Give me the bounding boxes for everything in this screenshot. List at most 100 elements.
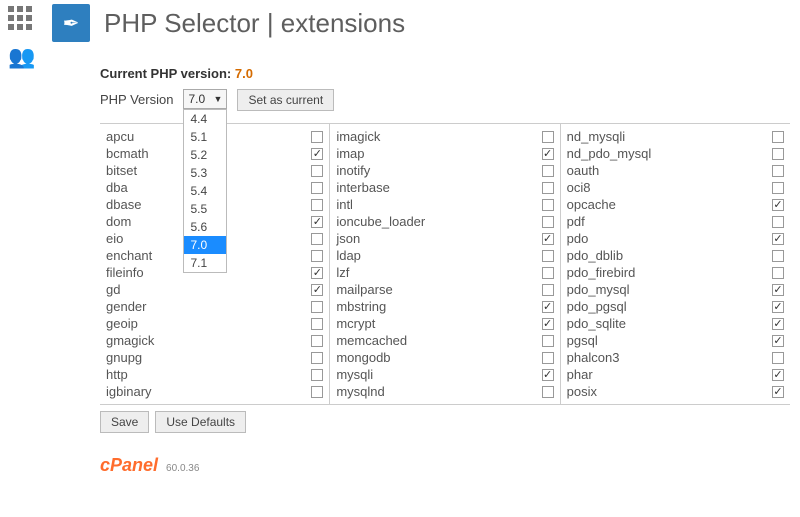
brand-footer: cPanel 60.0.36	[100, 455, 790, 476]
extension-checkbox[interactable]	[311, 233, 323, 245]
extension-row: lzf	[336, 264, 553, 281]
extension-checkbox[interactable]	[772, 233, 784, 245]
extension-row: mbstring	[336, 298, 553, 315]
extension-row: gender	[106, 298, 323, 315]
extension-checkbox[interactable]	[311, 386, 323, 398]
extension-checkbox[interactable]	[311, 318, 323, 330]
extension-checkbox[interactable]	[772, 216, 784, 228]
extension-checkbox[interactable]	[772, 199, 784, 211]
version-option[interactable]: 5.2	[184, 146, 226, 164]
extension-checkbox[interactable]	[772, 301, 784, 313]
extension-checkbox[interactable]	[542, 284, 554, 296]
extension-checkbox[interactable]	[542, 250, 554, 262]
extension-checkbox[interactable]	[311, 182, 323, 194]
extension-name: eio	[106, 231, 123, 246]
extension-row: igbinary	[106, 383, 323, 400]
extension-name: lzf	[336, 265, 349, 280]
extension-checkbox[interactable]	[772, 267, 784, 279]
extension-checkbox[interactable]	[542, 352, 554, 364]
extension-checkbox[interactable]	[542, 318, 554, 330]
extension-checkbox[interactable]	[542, 182, 554, 194]
extension-checkbox[interactable]	[542, 148, 554, 160]
extension-checkbox[interactable]	[542, 301, 554, 313]
extension-name: pdo	[567, 231, 589, 246]
extension-name: nd_mysqli	[567, 129, 626, 144]
apps-icon[interactable]	[8, 6, 35, 30]
extension-checkbox[interactable]	[542, 131, 554, 143]
extension-checkbox[interactable]	[542, 165, 554, 177]
extension-row: intl	[336, 196, 553, 213]
extension-row: http	[106, 366, 323, 383]
users-icon[interactable]: 👥	[8, 44, 35, 70]
version-option[interactable]: 5.6	[184, 218, 226, 236]
extension-checkbox[interactable]	[311, 352, 323, 364]
extension-checkbox[interactable]	[542, 199, 554, 211]
version-option[interactable]: 5.4	[184, 182, 226, 200]
extension-checkbox[interactable]	[311, 250, 323, 262]
extension-checkbox[interactable]	[311, 216, 323, 228]
extension-row: oauth	[567, 162, 784, 179]
extension-row: pdo_firebird	[567, 264, 784, 281]
extension-row: mcrypt	[336, 315, 553, 332]
extension-name: pdo_firebird	[567, 265, 636, 280]
extension-checkbox[interactable]	[311, 284, 323, 296]
version-option[interactable]: 4.4	[184, 110, 226, 128]
extension-checkbox[interactable]	[311, 148, 323, 160]
extension-name: fileinfo	[106, 265, 144, 280]
extension-checkbox[interactable]	[772, 250, 784, 262]
brand-name: cPanel	[100, 455, 158, 476]
version-option[interactable]: 7.0	[184, 236, 226, 254]
extension-checkbox[interactable]	[542, 216, 554, 228]
extension-checkbox[interactable]	[772, 335, 784, 347]
extension-checkbox[interactable]	[311, 131, 323, 143]
extension-checkbox[interactable]	[772, 369, 784, 381]
extension-checkbox[interactable]	[311, 267, 323, 279]
extension-name: bcmath	[106, 146, 149, 161]
extension-checkbox[interactable]	[542, 233, 554, 245]
version-dropdown[interactable]: 4.45.15.25.35.45.55.67.07.1	[183, 109, 227, 273]
version-option[interactable]: 5.5	[184, 200, 226, 218]
extension-name: pgsql	[567, 333, 598, 348]
save-button[interactable]: Save	[100, 411, 149, 433]
extension-checkbox[interactable]	[772, 318, 784, 330]
extension-name: mongodb	[336, 350, 390, 365]
extension-checkbox[interactable]	[311, 335, 323, 347]
extension-checkbox[interactable]	[772, 182, 784, 194]
extension-row: pdo	[567, 230, 784, 247]
extension-checkbox[interactable]	[772, 284, 784, 296]
extension-name: imagick	[336, 129, 380, 144]
extension-checkbox[interactable]	[772, 148, 784, 160]
extension-checkbox[interactable]	[311, 369, 323, 381]
extension-name: phar	[567, 367, 593, 382]
extension-name: ldap	[336, 248, 361, 263]
brand-version: 60.0.36	[166, 463, 199, 474]
extension-checkbox[interactable]	[311, 199, 323, 211]
version-option[interactable]: 7.1	[184, 254, 226, 272]
use-defaults-button[interactable]: Use Defaults	[155, 411, 246, 433]
extension-checkbox[interactable]	[772, 352, 784, 364]
extension-row: phar	[567, 366, 784, 383]
extension-checkbox[interactable]	[542, 335, 554, 347]
extension-checkbox[interactable]	[772, 131, 784, 143]
version-select[interactable]: 7.0 ▼	[183, 89, 227, 109]
extension-checkbox[interactable]	[311, 165, 323, 177]
version-option[interactable]: 5.1	[184, 128, 226, 146]
extension-row: pgsql	[567, 332, 784, 349]
set-current-button[interactable]: Set as current	[237, 89, 334, 111]
extension-checkbox[interactable]	[542, 386, 554, 398]
extension-row: nd_mysqli	[567, 128, 784, 145]
extension-checkbox[interactable]	[542, 369, 554, 381]
extension-checkbox[interactable]	[311, 301, 323, 313]
extension-checkbox[interactable]	[772, 165, 784, 177]
extension-row: imagick	[336, 128, 553, 145]
extension-name: bitset	[106, 163, 137, 178]
extension-row: pdo_pgsql	[567, 298, 784, 315]
current-version-value: 7.0	[235, 66, 253, 81]
extension-name: nd_pdo_mysql	[567, 146, 652, 161]
extension-name: dbase	[106, 197, 141, 212]
extension-checkbox[interactable]	[772, 386, 784, 398]
version-option[interactable]: 5.3	[184, 164, 226, 182]
extension-checkbox[interactable]	[542, 267, 554, 279]
extension-name: interbase	[336, 180, 389, 195]
extension-name: intl	[336, 197, 353, 212]
